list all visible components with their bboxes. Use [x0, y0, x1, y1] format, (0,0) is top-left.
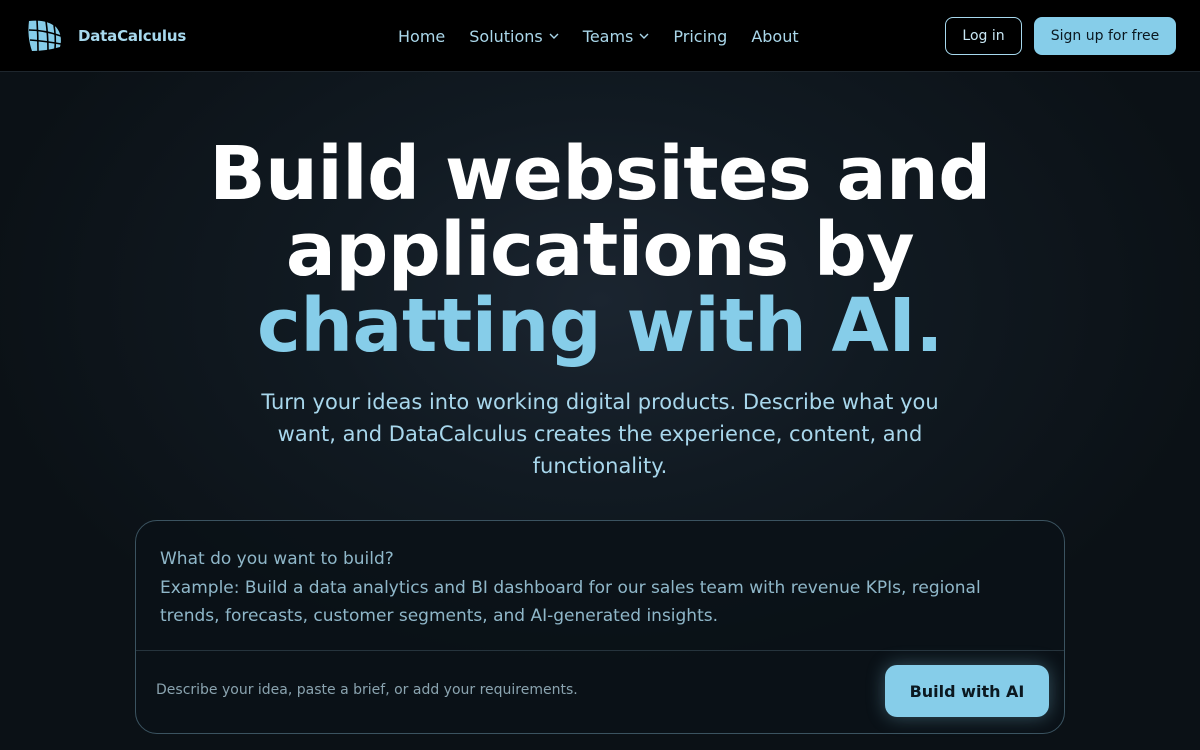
prompt-placeholder-example: Example: Build a data analytics and BI d… [160, 577, 981, 627]
chevron-down-icon [639, 33, 649, 39]
top-navigation: DataCalculus Home Solutions Teams Pricin… [0, 0, 1200, 72]
nav-link-label: Solutions [469, 26, 543, 46]
nav-link-label: About [751, 26, 799, 46]
hero-title-accent: chatting with AI. [257, 283, 943, 369]
nav-links: Home Solutions Teams Pricing About [398, 24, 799, 48]
brand-home-link[interactable]: DataCalculus [26, 17, 186, 55]
nav-link-teams[interactable]: Teams [583, 27, 650, 46]
nav-link-pricing[interactable]: Pricing [673, 27, 727, 46]
globe-grid-logo-icon [28, 19, 62, 52]
prompt-input[interactable]: What do you want to build? Example: Buil… [160, 545, 1040, 631]
hero-title-line-1: Build websites and [209, 131, 991, 217]
nav-link-about[interactable]: About [751, 27, 798, 46]
nav-link-label: Home [398, 26, 446, 46]
hero-title: Build websites and applications by chatt… [0, 136, 1200, 364]
hero-title-line-2: applications by [285, 207, 915, 293]
hero-subtitle: Turn your ideas into working digital pro… [261, 390, 939, 478]
prompt-hint: Describe your idea, paste a brief, or ad… [156, 682, 578, 698]
signup-button[interactable]: Sign up for free [1034, 17, 1176, 55]
brand-name: DataCalculus [78, 27, 187, 45]
build-prompt-panel: What do you want to build? Example: Buil… [135, 520, 1065, 734]
nav-link-label: Teams [582, 26, 634, 46]
nav-link-home[interactable]: Home [398, 27, 445, 46]
nav-link-label: Pricing [673, 26, 728, 46]
nav-link-solutions[interactable]: Solutions [469, 27, 559, 46]
build-with-ai-button[interactable]: Build with AI [885, 665, 1049, 717]
prompt-divider [136, 650, 1064, 651]
chevron-down-icon [549, 33, 559, 39]
login-button[interactable]: Log in [945, 17, 1022, 55]
prompt-placeholder-question: What do you want to build? [160, 549, 394, 569]
